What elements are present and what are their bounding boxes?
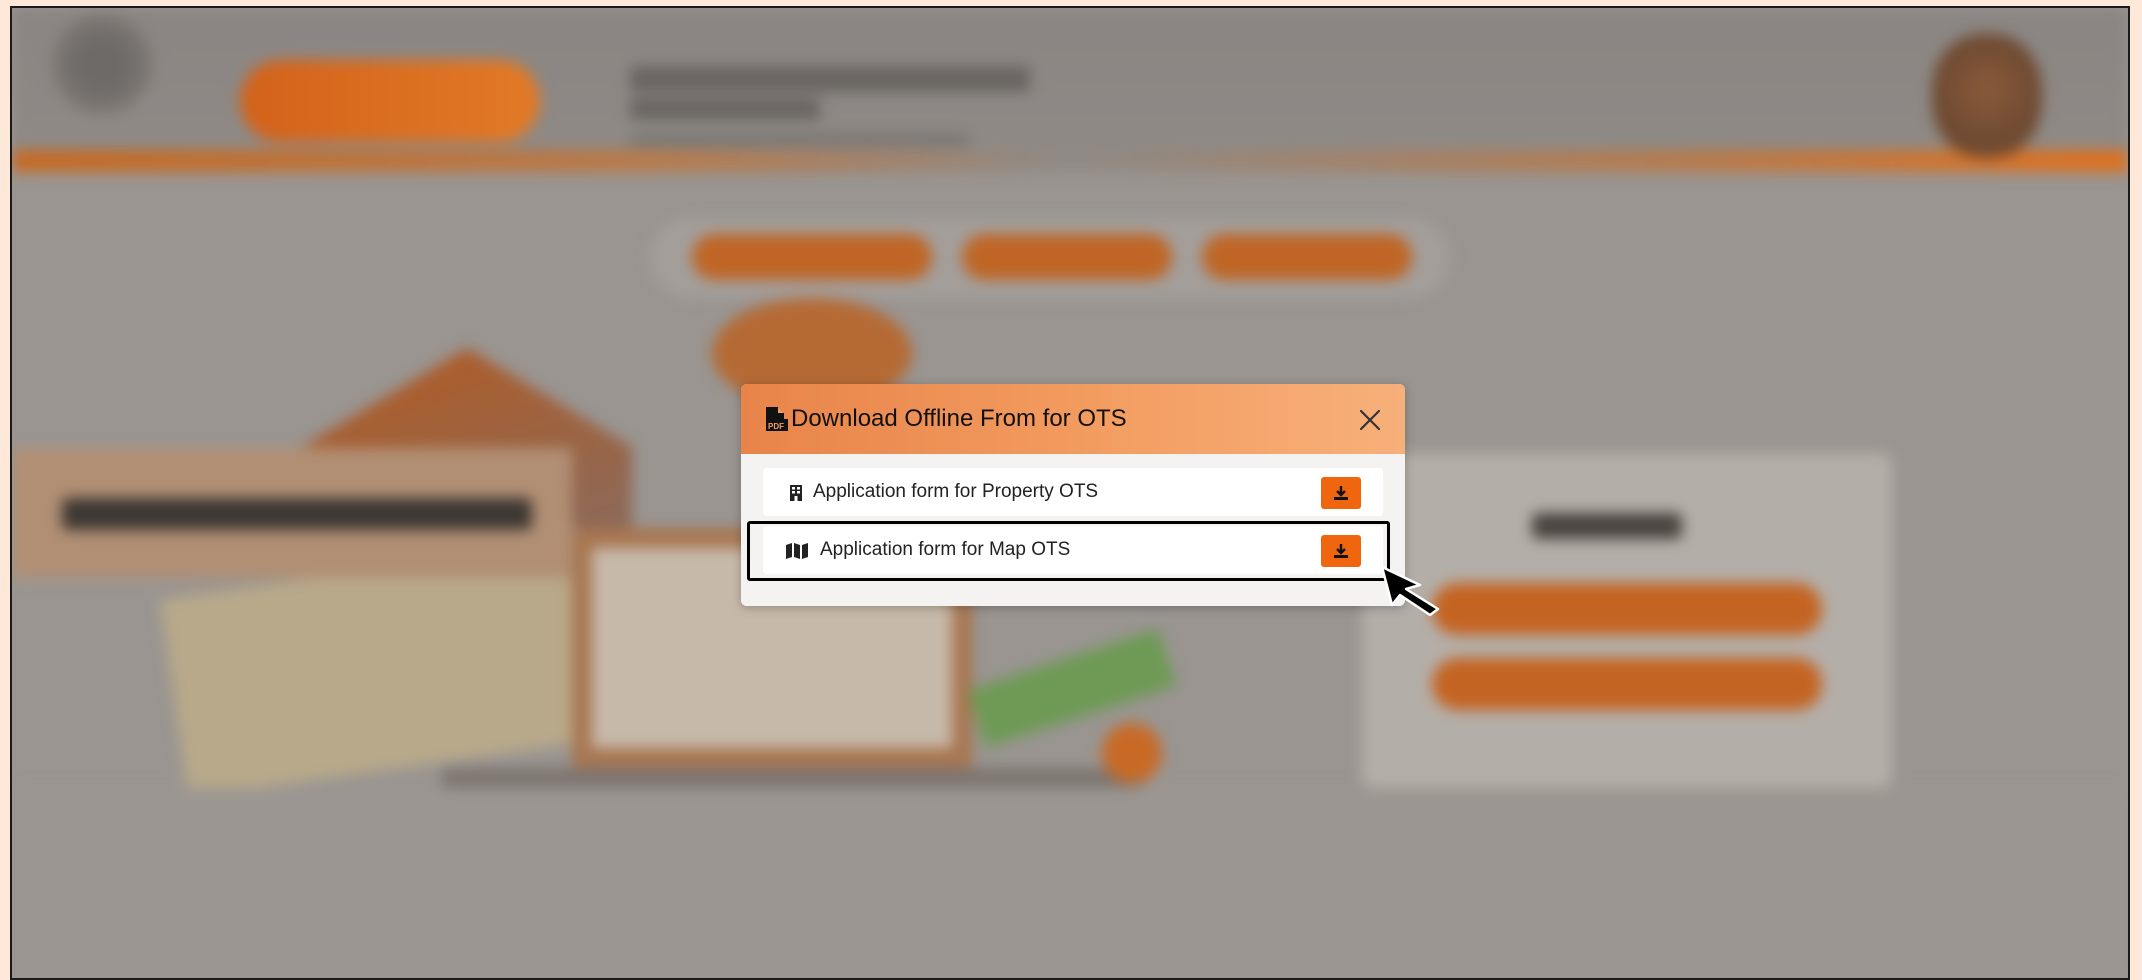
property-ots-label: Application form for Property OTS — [813, 481, 1099, 502]
ots-logo — [240, 60, 540, 142]
mouse-cursor-icon — [1380, 565, 1440, 617]
side-card-button-1 — [1432, 583, 1822, 635]
official-portrait — [1932, 34, 2042, 158]
emblem-logo — [52, 14, 152, 114]
nav-button-1 — [692, 234, 932, 280]
download-icon — [1334, 486, 1348, 500]
department-title — [630, 66, 1030, 92]
modal-header: PDF Download Offline From for OTS — [741, 384, 1405, 454]
svg-text:PDF: PDF — [768, 422, 784, 431]
map-icon — [786, 543, 808, 559]
close-icon — [1359, 409, 1381, 431]
nav-button-3 — [1202, 234, 1412, 280]
download-offline-form-modal: PDF Download Offline From for OTS Applic… — [741, 384, 1405, 606]
department-subtitle — [630, 134, 970, 146]
side-card-title — [1532, 513, 1682, 539]
close-button[interactable] — [1353, 403, 1387, 437]
download-map-ots-button[interactable] — [1321, 535, 1361, 567]
hero-orb-graphic — [1102, 723, 1162, 783]
header-stripe — [12, 150, 2128, 172]
map-ots-label: Application form for Map OTS — [820, 539, 1071, 560]
modal-body: Application form for Property OTS Applic… — [741, 454, 1405, 606]
nav-button-2 — [962, 234, 1172, 280]
modal-title: Download Offline From for OTS — [791, 405, 1127, 432]
building-icon — [790, 485, 802, 501]
download-icon — [1334, 544, 1348, 558]
download-property-ots-button[interactable] — [1321, 477, 1361, 509]
form-row-property-ots[interactable]: Application form for Property OTS — [763, 468, 1383, 516]
page-bottom — [12, 788, 2128, 978]
pdf-file-icon: PDF — [766, 407, 788, 431]
form-row-map-ots[interactable]: Application form for Map OTS — [763, 526, 1383, 574]
welcome-text — [62, 498, 532, 530]
department-title-line2 — [630, 98, 820, 120]
side-card-button-2 — [1432, 658, 1822, 710]
